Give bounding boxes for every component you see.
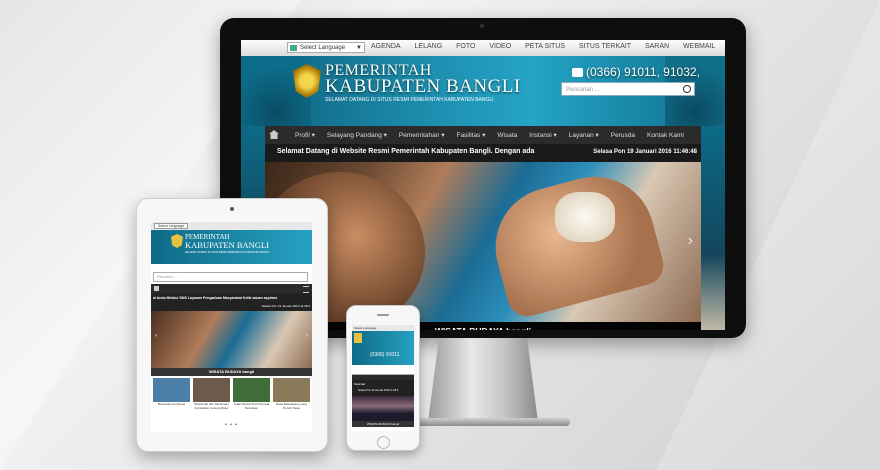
monitor-stand-base	[400, 418, 570, 426]
thumbnail-label: Jejak Historis Pura Puncak Penulisan	[233, 402, 270, 410]
contact-phone: (0366) 91011	[370, 352, 400, 358]
language-select[interactable]: Select Language	[354, 326, 377, 330]
ticker-message: Selamat	[354, 382, 366, 386]
image-slider[interactable]	[352, 396, 414, 421]
news-ticker: Selamat Datang di Website Resmi Pemerint…	[265, 144, 701, 162]
top-link-situs-terkait[interactable]: SITUS TERKAIT	[579, 43, 631, 50]
caret-down-icon: ▾	[309, 132, 315, 139]
top-link-lelang[interactable]: LELANG	[415, 43, 443, 50]
main-navigation: Profil ▾ Selayang Pandang ▾ Pemerintahan ▾…	[265, 126, 701, 144]
slider-caption: WISATA BUDAYA bangli	[151, 368, 312, 376]
slider-image-cloth	[555, 192, 615, 242]
ticker-message: Selamat Datang di Website Resmi Pemerint…	[277, 148, 535, 155]
top-links: AGENDA LELANG FOTO VIDEO PETA SITUS SITU…	[365, 43, 721, 50]
chevron-down-icon: ▼	[356, 45, 362, 51]
news-ticker: Selamat Selasa Pon 19 Januari 2016 11:48…	[352, 380, 414, 396]
top-link-foto[interactable]: FOTO	[456, 43, 475, 50]
menu-icon[interactable]	[303, 286, 309, 293]
thumbnail-item[interactable]: Berkemah dan Menikmati Keindahan Gunung …	[193, 378, 230, 418]
thumbnail-item[interactable]: Desa Bokelasang yang Penuh Tawa	[273, 378, 310, 418]
caret-down-icon: ▾	[593, 132, 599, 139]
thumbnail-label: Berkemah dan Menikmati Keindahan Gunung …	[194, 402, 229, 410]
slider-caption: WISATA BUDAYA bangli	[265, 322, 701, 330]
top-link-peta-situs[interactable]: PETA SITUS	[525, 43, 565, 50]
thumbnail-image	[193, 378, 230, 402]
language-select[interactable]: Select Language	[154, 223, 189, 229]
nav-item-profil[interactable]: Profil ▾	[295, 131, 315, 139]
camera	[230, 207, 234, 211]
camera	[480, 24, 484, 28]
nav-item-wisata[interactable]: Wisata	[497, 132, 517, 139]
thumbnail-label: Desa Bokelasang yang Penuh Tawa	[276, 402, 307, 410]
caret-down-icon: ▾	[439, 132, 445, 139]
regency-seal-logo[interactable]	[354, 333, 362, 343]
image-slider[interactable]: ‹ ›	[151, 311, 312, 368]
monitor-stand	[428, 338, 538, 422]
slider-caption: WISATA BUDAYA bangli	[352, 421, 414, 427]
search-icon[interactable]	[683, 85, 691, 93]
nav-item-fasilitas[interactable]: Fasilitas ▾	[456, 131, 485, 139]
phone-device: Select Language (0366) 91011 Selamat Sel…	[346, 305, 420, 451]
nav-item-layanan[interactable]: Layanan ▾	[569, 131, 599, 139]
news-ticker: ai Anda Melalui SMS Layanan Pengaduan Ma…	[151, 293, 312, 311]
search-input[interactable]	[352, 368, 414, 375]
google-icon	[290, 45, 297, 51]
top-bar: Select Language	[151, 222, 312, 230]
caret-down-icon: ▾	[551, 132, 557, 139]
search-input[interactable]: Pencarian ...	[561, 82, 695, 96]
speaker	[377, 314, 389, 316]
search-input[interactable]: Pencarian ...	[153, 272, 308, 282]
top-link-webmail[interactable]: WEBMAIL	[683, 43, 715, 50]
chevron-right-icon[interactable]: ›	[306, 333, 308, 339]
thumbnail-item[interactable]: Jejak Historis Pura Puncak Penulisan	[233, 378, 270, 418]
ticker-datetime: Selasa Pon 19 Januari 2016 11:48:3	[261, 304, 310, 308]
site-subtitle: SELAMAT DATANG DI SITUS RESMI PEMERINTAH…	[325, 97, 494, 103]
nav-item-pemerintahan[interactable]: Pemerintahan ▾	[399, 131, 445, 139]
contact-phone: (0366) 91011, 91032,	[572, 65, 700, 79]
thumbnail-list: Bereksatri ari Panas Berkemah dan Menikma…	[151, 378, 312, 418]
caret-down-icon: ▾	[381, 132, 387, 139]
home-icon[interactable]	[269, 130, 279, 139]
top-bar: Select Language ▼ AGENDA LELANG FOTO VID…	[241, 40, 725, 56]
thumbnail-label: Bereksatri ari Panas	[157, 402, 185, 406]
home-button[interactable]	[377, 436, 390, 449]
slider-image-arm	[482, 163, 668, 321]
top-link-video[interactable]: VIDEO	[489, 43, 511, 50]
side-decoration	[701, 126, 725, 330]
site-title-line2: KABUPATEN BANGLI	[185, 240, 269, 250]
caret-down-icon: ▾	[480, 132, 486, 139]
language-select[interactable]: Select Language ▼	[287, 42, 365, 53]
home-icon[interactable]	[154, 286, 159, 291]
header-banner: PEMERINTAH KABUPATEN BANGLI SELAMAT DATA…	[241, 56, 725, 126]
tablet-device: Select Language PEMERINTAH KABUPATEN BAN…	[136, 198, 328, 452]
site-title-line2: KABUPATEN BANGLI	[325, 76, 521, 97]
thumbnail-item[interactable]: Bereksatri ari Panas	[153, 378, 190, 418]
image-slider[interactable]: ›	[265, 162, 701, 322]
tablet-screen: Select Language PEMERINTAH KABUPATEN BAN…	[151, 222, 312, 432]
top-link-agenda[interactable]: AGENDA	[371, 43, 401, 50]
home-button[interactable]	[225, 436, 239, 443]
chevron-left-icon[interactable]: ‹	[155, 333, 157, 339]
nav-item-instansi[interactable]: Instansi ▾	[529, 131, 556, 139]
ticker-message: ai Anda Melalui SMS Layanan Pengaduan Ma…	[153, 296, 277, 300]
main-navigation	[151, 284, 312, 293]
top-link-saran[interactable]: SARAN	[645, 43, 669, 50]
nav-item-selayang-pandang[interactable]: Selayang Pandang ▾	[327, 131, 387, 139]
nav-item-perusda[interactable]: Perusda	[611, 132, 635, 139]
site-subtitle: SELAMAT DATANG DI SITUS RESMI PEMERINTAH…	[185, 251, 270, 254]
ticker-datetime: Selasa Pon 19 Januari 2016 11:48:3	[358, 389, 399, 392]
phone-screen: Select Language (0366) 91011 Selamat Sel…	[352, 325, 414, 431]
thumbnail-image	[233, 378, 270, 402]
phone-icon	[572, 68, 583, 77]
thumbnail-image	[153, 378, 190, 402]
thumbnail-image	[273, 378, 310, 402]
nav-item-kontak-kami[interactable]: Kontak Kami	[647, 132, 684, 139]
chevron-right-icon[interactable]: ›	[688, 232, 693, 250]
ticker-datetime: Selasa Pon 19 Januari 2016 11:46:48	[593, 149, 697, 155]
pager-dots[interactable]: • • •	[225, 422, 238, 428]
